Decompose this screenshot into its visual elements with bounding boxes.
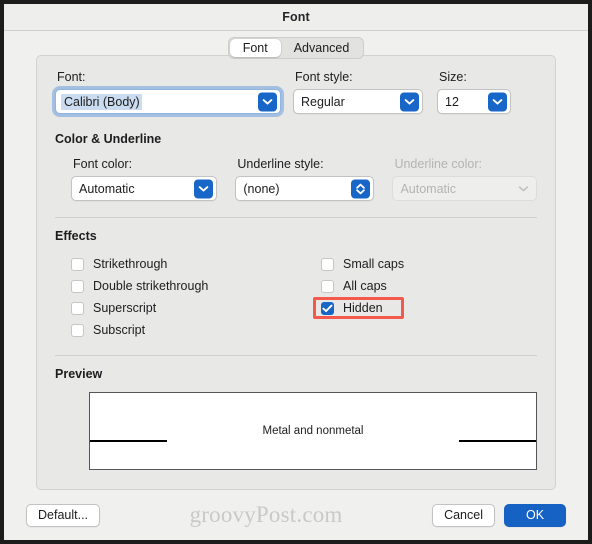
checkbox-all-caps[interactable] bbox=[321, 279, 334, 293]
checkbox-row-double-strikethrough[interactable]: Double strikethrough bbox=[71, 275, 321, 297]
font-color-combobox[interactable]: Automatic bbox=[71, 176, 218, 201]
checkbox-label-subscript: Subscript bbox=[93, 323, 146, 337]
cancel-button-label: Cancel bbox=[444, 508, 483, 522]
preview-rule-right bbox=[459, 440, 536, 442]
checkbox-row-strikethrough[interactable]: Strikethrough bbox=[71, 253, 321, 275]
tab-font[interactable]: Font bbox=[229, 39, 281, 57]
checkbox-row-superscript[interactable]: Superscript bbox=[71, 297, 321, 319]
default-button[interactable]: Default... bbox=[26, 503, 101, 527]
checkbox-row-all-caps[interactable]: All caps bbox=[321, 275, 404, 297]
checkbox-label-small-caps: Small caps bbox=[343, 257, 405, 271]
font-dialog-window: Font Font Advanced Font: Calibri (Body) bbox=[4, 4, 588, 540]
color-underline-title: Color & Underline bbox=[55, 132, 162, 146]
underline-style-field-group: Underline style: (none) bbox=[235, 157, 375, 201]
preview-text: Metal and nonmetal bbox=[262, 425, 364, 437]
tab-advanced-label: Advanced bbox=[293, 41, 350, 55]
font-label: Font: bbox=[57, 70, 86, 84]
underline-color-label: Underline color: bbox=[394, 157, 482, 171]
size-label: Size: bbox=[439, 70, 467, 84]
chevron-down-icon[interactable] bbox=[194, 179, 214, 198]
underline-color-field-group: Underline color: Automatic bbox=[392, 157, 537, 201]
tab-font-label: Font bbox=[242, 41, 268, 55]
size-combobox[interactable]: 12 bbox=[437, 89, 511, 114]
chevron-up-down-icon[interactable] bbox=[351, 179, 371, 198]
checkbox-label-double-strikethrough: Double strikethrough bbox=[93, 279, 209, 293]
title-bar: Font bbox=[4, 4, 588, 31]
chevron-down-icon[interactable] bbox=[258, 92, 277, 111]
checkbox-small-caps[interactable] bbox=[321, 257, 334, 271]
effects-grid: Strikethrough Double strikethrough Super… bbox=[37, 245, 555, 341]
size-field-group: Size: 12 bbox=[437, 70, 511, 114]
checkbox-label-all-caps: All caps bbox=[343, 279, 387, 293]
checkbox-superscript[interactable] bbox=[71, 301, 84, 315]
effects-section: Effects bbox=[37, 227, 555, 245]
preview-title: Preview bbox=[55, 367, 103, 381]
font-combobox[interactable]: Calibri (Body) bbox=[55, 89, 281, 114]
checkbox-label-strikethrough: Strikethrough bbox=[93, 257, 168, 271]
checkbox-double-strikethrough[interactable] bbox=[71, 279, 84, 293]
watermark: groovyPost.com bbox=[189, 502, 343, 527]
preview-box: Metal and nonmetal bbox=[89, 392, 537, 470]
divider-effects bbox=[55, 217, 537, 218]
checkbox-row-small-caps[interactable]: Small caps bbox=[321, 253, 404, 275]
underline-color-combobox: Automatic bbox=[392, 176, 537, 201]
checkbox-row-subscript[interactable]: Subscript bbox=[71, 319, 321, 341]
size-value: 12 bbox=[445, 94, 459, 109]
footer-action-buttons: Cancel OK bbox=[432, 503, 566, 527]
effects-column-right: Small caps All caps Hidden bbox=[313, 253, 405, 341]
checkbox-strikethrough[interactable] bbox=[71, 257, 84, 271]
underline-style-value: (none) bbox=[243, 181, 280, 196]
preview-rule-left bbox=[90, 440, 167, 442]
font-value: Calibri (Body) bbox=[61, 93, 142, 110]
font-settings-panel: Font: Calibri (Body) Font style: Regular bbox=[36, 55, 556, 490]
font-style-label: Font style: bbox=[295, 70, 353, 84]
ok-button[interactable]: OK bbox=[504, 503, 566, 527]
effects-title: Effects bbox=[55, 229, 97, 243]
checkbox-label-hidden: Hidden bbox=[343, 301, 383, 315]
font-color-field-group: Font color: Automatic bbox=[71, 157, 218, 201]
font-field-group: Font: Calibri (Body) bbox=[55, 70, 281, 114]
cancel-button[interactable]: Cancel bbox=[432, 503, 495, 527]
divider-preview bbox=[55, 355, 537, 356]
font-color-value: Automatic bbox=[79, 181, 135, 196]
tab-group: Font Advanced bbox=[227, 37, 365, 59]
chevron-down-icon[interactable] bbox=[400, 92, 419, 111]
chevron-down-icon bbox=[514, 179, 533, 198]
underline-style-label: Underline style: bbox=[237, 157, 324, 171]
color-underline-section: Color & Underline bbox=[37, 130, 555, 148]
dialog-footer: Default... groovyPost.com Cancel OK bbox=[4, 490, 588, 540]
preview-section: Preview bbox=[37, 365, 555, 383]
ok-button-label: OK bbox=[525, 508, 545, 522]
checkbox-hidden[interactable] bbox=[321, 301, 334, 315]
default-button-label: Default... bbox=[38, 508, 89, 522]
checkbox-row-hidden[interactable]: Hidden bbox=[313, 297, 405, 319]
font-style-field-group: Font style: Regular bbox=[293, 70, 423, 114]
checkbox-label-superscript: Superscript bbox=[93, 301, 157, 315]
font-style-combobox[interactable]: Regular bbox=[293, 89, 423, 114]
checkbox-subscript[interactable] bbox=[71, 323, 84, 337]
font-color-label: Font color: bbox=[73, 157, 133, 171]
underline-style-combobox[interactable]: (none) bbox=[235, 176, 375, 201]
underline-color-value: Automatic bbox=[400, 181, 457, 196]
tab-bar: Font Advanced bbox=[4, 31, 588, 65]
window-title: Font bbox=[282, 10, 310, 24]
tab-advanced[interactable]: Advanced bbox=[281, 39, 363, 57]
font-style-value: Regular bbox=[301, 94, 345, 109]
chevron-down-icon[interactable] bbox=[488, 92, 507, 111]
color-underline-fields-row: Font color: Automatic Underline style: (… bbox=[37, 148, 555, 201]
effects-column-left: Strikethrough Double strikethrough Super… bbox=[71, 253, 321, 341]
